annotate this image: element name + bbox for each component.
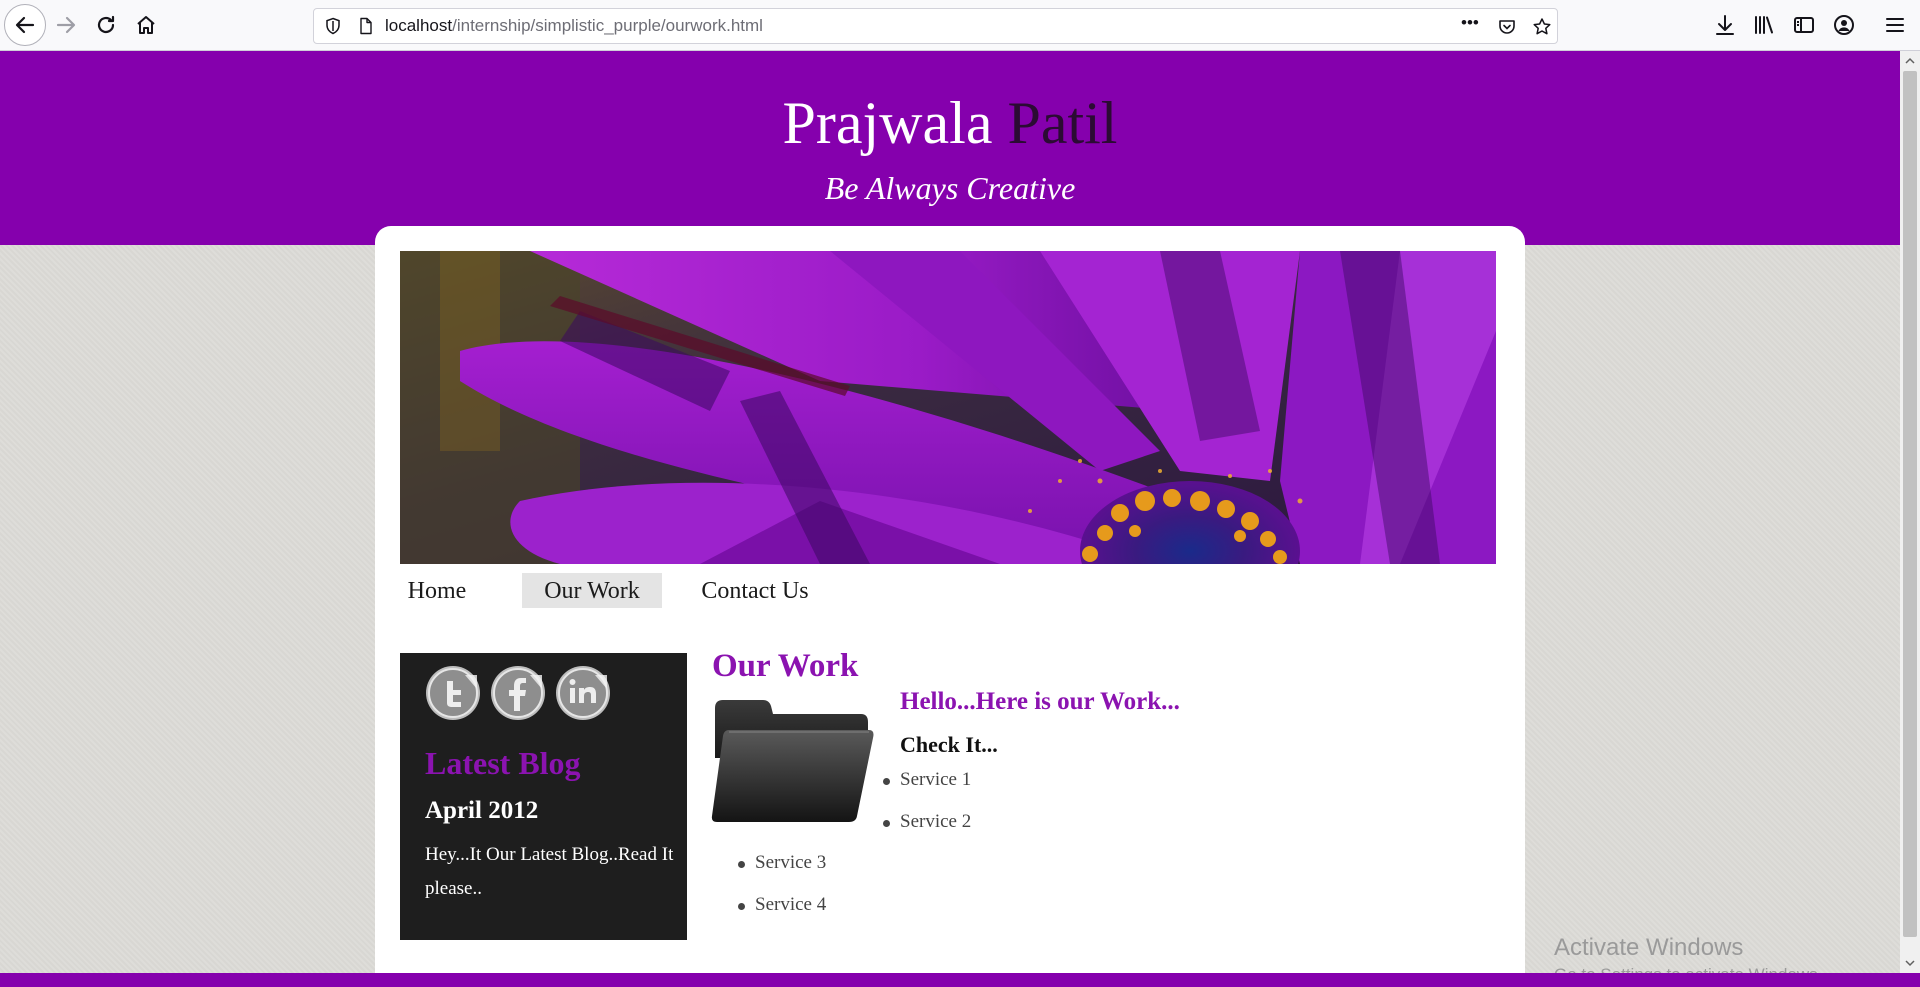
url-text[interactable]: localhost/internship/simplistic_purple/o… (385, 16, 763, 36)
site-title-last: Patil (1007, 90, 1118, 156)
bookmark-star-icon[interactable] (1532, 17, 1552, 37)
address-bar[interactable]: localhost/internship/simplistic_purple/o… (313, 8, 1558, 44)
service-item: Service 2 (882, 811, 972, 832)
footer-strip (0, 973, 1920, 987)
shield-icon[interactable] (324, 17, 342, 35)
nav-home[interactable]: Home (397, 573, 477, 608)
check-it-heading: Check It... (900, 732, 998, 757)
browser-toolbar: localhost/internship/simplistic_purple/o… (0, 0, 1920, 51)
site-title-first: Prajwala (782, 90, 993, 156)
reload-button[interactable] (86, 5, 126, 45)
sidebar-toggle-icon[interactable] (1792, 13, 1816, 37)
account-icon[interactable] (1832, 13, 1856, 37)
banner-flower-image (400, 251, 1496, 564)
folder-icon (711, 700, 874, 822)
back-button[interactable] (4, 4, 46, 46)
page-viewport: Prajwala Patil Be Always Creative Home O… (0, 51, 1900, 984)
linkedin-icon[interactable] (555, 665, 611, 721)
url-host: localhost (385, 16, 453, 35)
arrow-right-icon (56, 16, 76, 34)
site-tagline: Be Always Creative (824, 170, 1076, 206)
twitter-icon[interactable] (425, 665, 481, 721)
work-subtitle: Hello...Here is our Work... (900, 688, 1180, 715)
nav-our-work[interactable]: Our Work (522, 573, 662, 608)
sidebar: Latest Blog April 2012 Hey...It Our Late… (400, 653, 687, 940)
nav-contact-us[interactable]: Contact Us (697, 573, 813, 608)
site-header: Prajwala Patil Be Always Creative (0, 51, 1900, 245)
blog-excerpt: Hey...It Our Latest Blog..Read It please… (425, 844, 674, 899)
content-container: Home Our Work Contact Us Latest Blog Apr… (375, 226, 1525, 973)
url-path: /internship/simplistic_purple/ourwork.ht… (452, 16, 763, 35)
facebook-icon[interactable] (490, 665, 546, 721)
page-icon[interactable] (357, 17, 375, 35)
page-actions-button[interactable]: ••• (1461, 13, 1481, 33)
service-item: Service 4 (737, 894, 827, 915)
page-title: Our Work (712, 648, 859, 684)
home-icon (137, 16, 155, 34)
reload-icon (97, 15, 115, 34)
scroll-down-arrow-icon[interactable] (1903, 956, 1917, 970)
site-title: Prajwala Patil (0, 93, 1900, 153)
forward-button[interactable] (46, 5, 86, 45)
arrow-left-icon (15, 16, 35, 34)
home-button[interactable] (126, 5, 166, 45)
watermark-line-1: Activate Windows (1554, 934, 1744, 961)
scrollbar-thumb[interactable] (1903, 71, 1917, 937)
service-item: Service 3 (737, 852, 827, 873)
pocket-icon[interactable] (1497, 17, 1517, 37)
vertical-scrollbar[interactable] (1900, 51, 1920, 973)
service-item: Service 1 (882, 769, 972, 790)
latest-blog-heading: Latest Blog (425, 745, 581, 781)
menu-hamburger-icon[interactable] (1883, 13, 1907, 37)
blog-date: April 2012 (425, 797, 539, 824)
scroll-up-arrow-icon[interactable] (1903, 54, 1917, 68)
library-icon[interactable] (1752, 13, 1776, 37)
download-icon[interactable] (1713, 13, 1737, 37)
